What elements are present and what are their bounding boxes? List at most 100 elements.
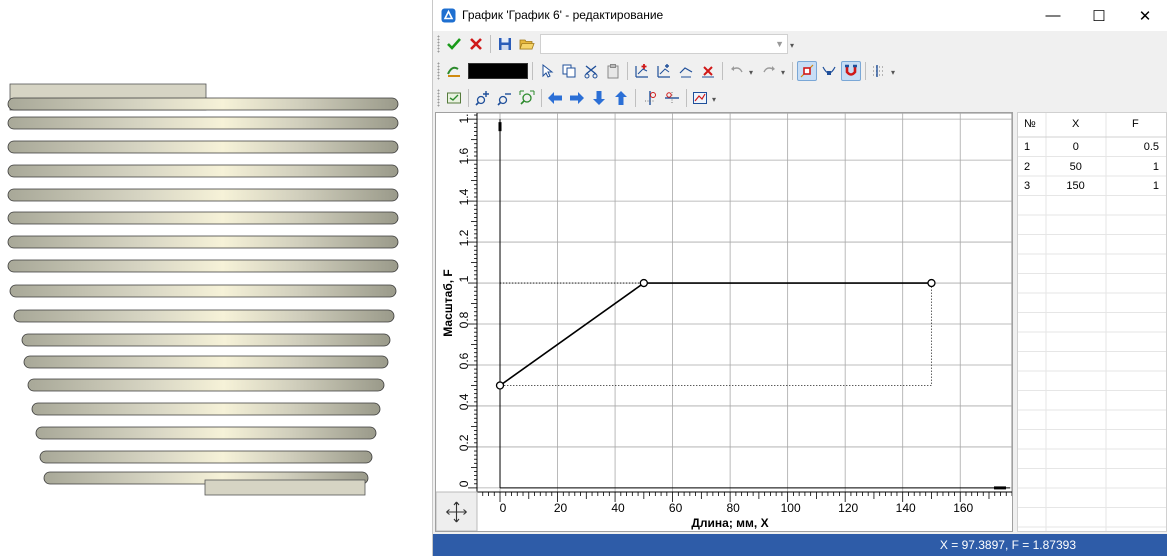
spring-coil[interactable] [21,333,391,347]
undo-button[interactable] [727,61,747,81]
spring-coil[interactable] [7,188,399,202]
fit-view-button[interactable] [444,88,464,108]
toolbar-grip[interactable] [437,62,440,80]
grid-settings-icon [873,65,885,77]
chart-settings-icon [693,92,707,104]
open-button[interactable] [517,34,537,54]
save-button[interactable] [495,34,515,54]
grid-settings-button[interactable] [869,61,889,81]
y-tick-label: 1.8 [457,113,471,123]
points-table[interactable]: № X F 1 0 0.5 2 50 1 3 150 1 [1017,112,1167,532]
spring-coil[interactable] [13,309,395,323]
toolbar-grip[interactable] [437,35,440,53]
spring-coil[interactable] [7,97,399,111]
spring-coil[interactable] [7,116,399,130]
magnet-icon [845,64,857,76]
table-cell[interactable]: 1 [1024,141,1030,153]
3d-viewport[interactable] [0,0,432,556]
spring-coil[interactable] [23,355,389,369]
pan-left-button[interactable] [545,88,565,108]
cancel-button[interactable] [466,34,486,54]
add-point-button[interactable] [632,61,652,81]
toolbar-separator [792,62,793,80]
table-cell[interactable]: 1 [1153,180,1159,192]
grid-dropdown-icon[interactable]: ▾ [891,68,895,77]
status-bar: X = 97.3897, F = 1.87393 [433,534,1167,556]
table-cell[interactable]: 50 [1070,161,1082,173]
snap-to-point-toggle[interactable] [797,61,817,81]
insert-point-button[interactable] [654,61,674,81]
spring-coil[interactable] [39,450,373,464]
graph-select[interactable]: ▼ [540,34,788,54]
zoom-window-button[interactable] [517,88,537,108]
data-point[interactable] [495,381,505,390]
spring-coil[interactable] [35,426,377,440]
toolbar-separator [635,89,636,107]
spring-model[interactable] [0,0,432,556]
table-cell[interactable]: 0 [1073,141,1079,153]
pan-down-button[interactable] [589,88,609,108]
move-point-button[interactable] [676,61,696,81]
table-header-cell[interactable]: № [1024,118,1036,130]
table-header-cell[interactable]: F [1132,118,1139,130]
spring-coil[interactable] [7,235,399,249]
line-style-button[interactable] [444,61,464,81]
spring-bottom-end[interactable] [204,479,366,496]
x-tick-label: 60 [669,501,683,515]
table-cell[interactable]: 150 [1066,180,1084,192]
spring-coil[interactable] [27,378,385,392]
maximize-button[interactable]: ☐ [1076,0,1122,31]
chart-settings-dropdown-icon[interactable]: ▾ [712,95,716,104]
y-tick-label: 0 [457,480,471,487]
line-color-swatch[interactable] [468,63,528,79]
y-tick-label: 0.2 [457,434,471,451]
table-cell[interactable]: 3 [1024,180,1030,192]
pan-up-button[interactable] [611,88,631,108]
table-cell[interactable]: 2 [1024,161,1030,173]
cut-button[interactable] [581,61,601,81]
magnet-toggle[interactable] [841,61,861,81]
data-point[interactable] [639,278,648,288]
toolbar-overflow-icon[interactable]: ▾ [790,41,794,50]
delete-point-button[interactable] [698,61,718,81]
zoom-out-button[interactable] [495,88,515,108]
redo-dropdown-icon[interactable]: ▾ [781,68,785,77]
zoom-in-button[interactable] [473,88,493,108]
paste-button[interactable] [603,61,623,81]
scale-vertical-button[interactable] [640,88,660,108]
copy-button[interactable] [559,61,579,81]
select-points-button[interactable] [537,61,557,81]
minimize-icon: — [1045,7,1061,24]
spring-coil[interactable] [31,402,381,416]
spring-coil[interactable] [7,140,399,154]
x-tick-label: 100 [781,501,801,515]
apply-button[interactable] [444,34,464,54]
pointer-icon [542,63,554,78]
minimize-button[interactable]: — [1030,0,1076,31]
table-cell[interactable]: 0.5 [1144,141,1159,153]
table-header-cell[interactable]: X [1072,118,1079,130]
y-tick-label: 0.8 [457,311,471,328]
data-point[interactable] [927,278,936,288]
spring-coil[interactable] [7,164,399,178]
spring-coil[interactable] [9,284,397,298]
y-axis-label: Масштаб, F [441,269,455,336]
graph-plot-area[interactable]: 0 20 40 60 80 100 120 140 160 0 0.2 0.4 0.6 0.8 1 1.2 1.… [435,106,1013,532]
pan-right-button[interactable] [567,88,587,108]
close-button[interactable]: ✕ [1122,0,1167,31]
pan-handle[interactable] [435,491,478,532]
toolbar-view: ▾ [435,85,729,111]
x-tick-label: 80 [726,501,740,515]
arrow-up-icon [615,91,627,105]
scale-vertical-icon [645,91,656,105]
graph-chart[interactable]: 0 20 40 60 80 100 120 140 160 0 0.2 0.4 0.6 0.8 1 1.2 1.… [435,106,1013,532]
undo-dropdown-icon[interactable]: ▾ [749,68,753,77]
spring-coil[interactable] [7,259,399,273]
redo-button[interactable] [759,61,779,81]
snap-to-curve-toggle[interactable] [819,61,839,81]
toolbar-grip[interactable] [437,89,440,107]
chart-settings-button[interactable] [690,88,710,108]
spring-coil[interactable] [7,211,399,225]
table-cell[interactable]: 1 [1153,161,1159,173]
scale-horizontal-button[interactable] [662,88,682,108]
